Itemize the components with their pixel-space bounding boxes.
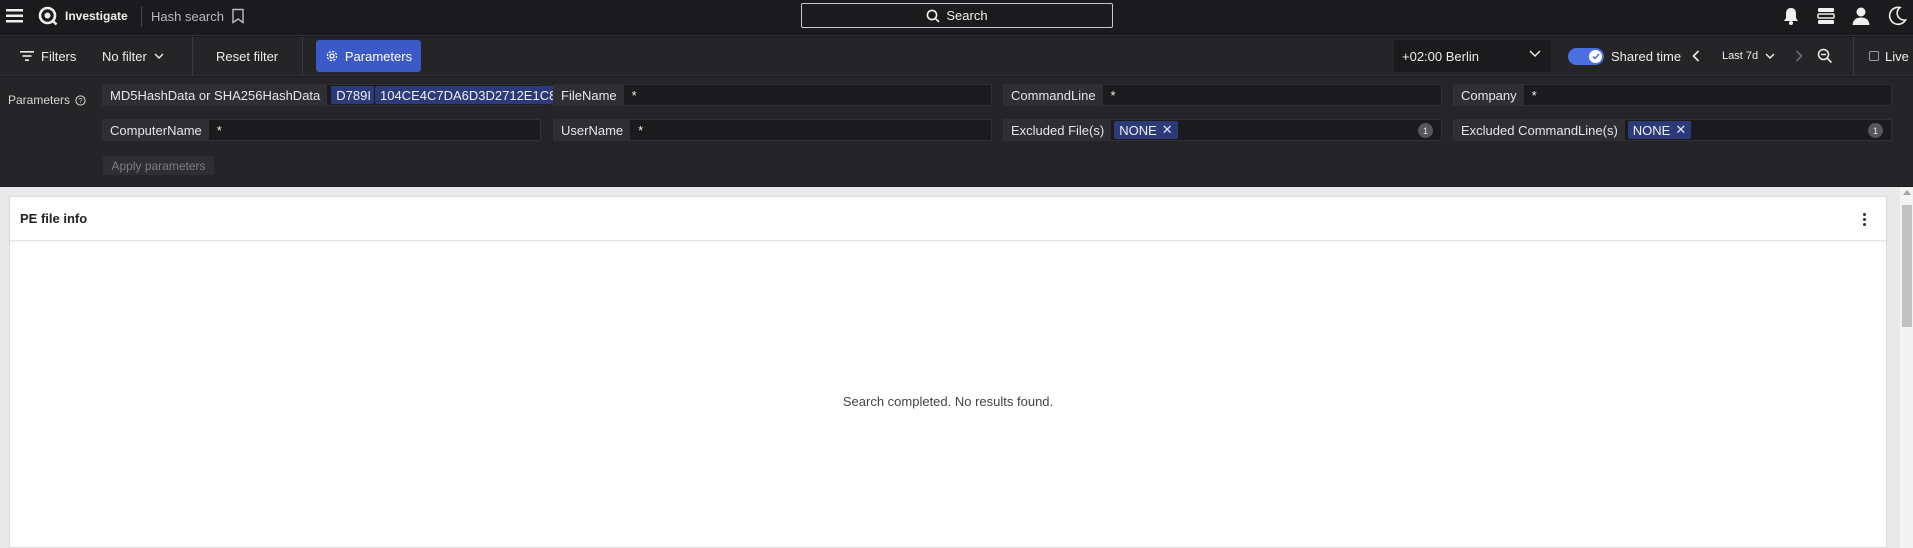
gear-icon	[326, 50, 338, 62]
scroll-up-arrow-icon[interactable]	[1903, 190, 1911, 195]
reset-filter-label: Reset filter	[216, 48, 279, 64]
field-label: Excluded CommandLine(s)	[1454, 119, 1625, 141]
apply-parameters-button[interactable]: Apply parameters	[103, 156, 214, 175]
global-search-box[interactable]: Search	[801, 3, 1113, 28]
help-icon[interactable]: ?	[75, 94, 86, 106]
time-range-dropdown[interactable]: Last 7d	[1722, 37, 1775, 75]
empty-state-message: Search completed. No results found.	[842, 394, 1054, 409]
field-value: *	[631, 87, 637, 103]
main-content: PE file info Search completed. No result…	[0, 187, 1913, 548]
parameters-heading-text: Parameters	[8, 93, 71, 107]
hash-value-chip[interactable]: D789I	[331, 86, 374, 104]
company-field[interactable]: Company *	[1453, 84, 1892, 106]
remove-chip-icon[interactable]: ✕	[1162, 122, 1173, 138]
toggle-knob	[1589, 50, 1602, 63]
topbar-divider	[141, 7, 142, 27]
filename-field[interactable]: FileName *	[553, 84, 992, 106]
md5-sha256-hash-field[interactable]: MD5HashData or SHA256HashData D789I 104C…	[102, 84, 578, 106]
check-icon	[1591, 53, 1600, 60]
toolbar-divider	[302, 37, 303, 75]
chevron-down-icon	[154, 53, 164, 59]
shared-time-toggle[interactable]	[1568, 48, 1604, 65]
filters-label: Filters	[41, 48, 77, 64]
chip-text: 104CE4C7DA6D3D2712E1C8	[379, 87, 557, 103]
filter-lines-icon	[20, 51, 34, 61]
commandline-field[interactable]: CommandLine *	[1003, 84, 1442, 106]
page-name: Hash search	[151, 9, 224, 24]
filter-select-value: No filter	[102, 48, 147, 64]
chip-text: D789I	[336, 87, 371, 103]
timezone-select[interactable]: +02:00 Berlin	[1394, 40, 1551, 72]
tasks-icon[interactable]	[1815, 5, 1837, 27]
time-range-value: Last 7d	[1722, 50, 1759, 62]
toolbar-divider	[1853, 37, 1854, 75]
top-bar: Investigate Hash search Search	[0, 0, 1913, 36]
pe-file-info-panel: PE file info Search completed. No result…	[9, 196, 1887, 548]
user-profile-icon[interactable]	[1850, 5, 1872, 27]
excluded-file-chip[interactable]: NONE ✕	[1114, 121, 1178, 139]
excluded-files-field[interactable]: Excluded File(s) NONE ✕ 1	[1003, 119, 1442, 141]
selection-count-badge: 1	[1868, 123, 1883, 138]
notifications-bell-icon[interactable]	[1780, 5, 1802, 27]
excluded-commandlines-field[interactable]: Excluded CommandLine(s) NONE ✕ 1	[1453, 119, 1892, 141]
computername-field[interactable]: ComputerName *	[102, 119, 541, 141]
chip-text: NONE	[1632, 122, 1671, 138]
hamburger-menu-icon[interactable]	[6, 7, 24, 25]
app-name: Investigate	[65, 9, 128, 23]
parameters-button[interactable]: Parameters	[316, 40, 421, 72]
svg-text:?: ?	[78, 96, 82, 105]
field-label: Excluded File(s)	[1004, 119, 1112, 141]
field-value: *	[1110, 87, 1116, 103]
excluded-commandline-chip[interactable]: NONE ✕	[1627, 121, 1692, 139]
vertical-scrollbar[interactable]	[1900, 187, 1913, 548]
search-label: Search	[946, 8, 988, 23]
more-options-icon[interactable]	[1860, 210, 1868, 228]
chevron-down-icon	[1529, 50, 1541, 57]
search-icon	[926, 9, 940, 23]
field-value: *	[638, 122, 644, 138]
filters-button[interactable]: Filters	[20, 37, 76, 75]
live-checkbox-box[interactable]	[1869, 51, 1879, 61]
parameters-heading: Parameters ?	[8, 93, 86, 107]
next-range-arrow-icon[interactable]	[1795, 50, 1803, 62]
username-field[interactable]: UserName *	[553, 119, 992, 141]
field-label: MD5HashData or SHA256HashData	[103, 84, 328, 106]
chevron-down-icon	[1765, 53, 1775, 59]
field-value: *	[1531, 87, 1537, 103]
dark-mode-moon-icon[interactable]	[1886, 5, 1908, 27]
field-label: ComputerName	[103, 119, 209, 141]
toolbar-divider	[192, 37, 193, 75]
panel-title: PE file info	[20, 211, 88, 226]
scrollbar-thumb[interactable]	[1902, 205, 1912, 327]
parameters-label: Parameters	[344, 48, 413, 64]
selection-count-badge: 1	[1418, 123, 1433, 138]
field-label: FileName	[554, 84, 624, 106]
panel-header: PE file info	[10, 197, 1886, 241]
zoom-out-icon[interactable]	[1817, 48, 1833, 64]
field-label: Company	[1454, 84, 1524, 106]
previous-range-arrow-icon[interactable]	[1692, 50, 1700, 62]
parameters-panel: Parameters ? MD5HashData or SHA256HashDa…	[0, 77, 1913, 186]
investigate-logo-icon	[38, 6, 58, 26]
chip-text: NONE	[1119, 122, 1157, 138]
hash-value-chip[interactable]: 104CE4C7DA6D3D2712E1C8 ✕	[374, 86, 578, 104]
live-checkbox[interactable]: Live	[1869, 37, 1909, 75]
field-value: *	[216, 122, 222, 138]
shared-time-label: Shared time	[1611, 48, 1682, 64]
filter-select-dropdown[interactable]: No filter	[102, 37, 164, 75]
filter-toolbar: Filters No filter Reset filter Parameter…	[0, 37, 1913, 76]
live-label: Live	[1885, 48, 1909, 64]
timezone-value: +02:00 Berlin	[1402, 48, 1479, 64]
field-label: CommandLine	[1004, 84, 1103, 106]
field-label: UserName	[554, 119, 631, 141]
reset-filter-button[interactable]: Reset filter	[216, 37, 278, 75]
bookmark-icon[interactable]	[231, 8, 245, 24]
remove-chip-icon[interactable]: ✕	[1675, 122, 1686, 138]
